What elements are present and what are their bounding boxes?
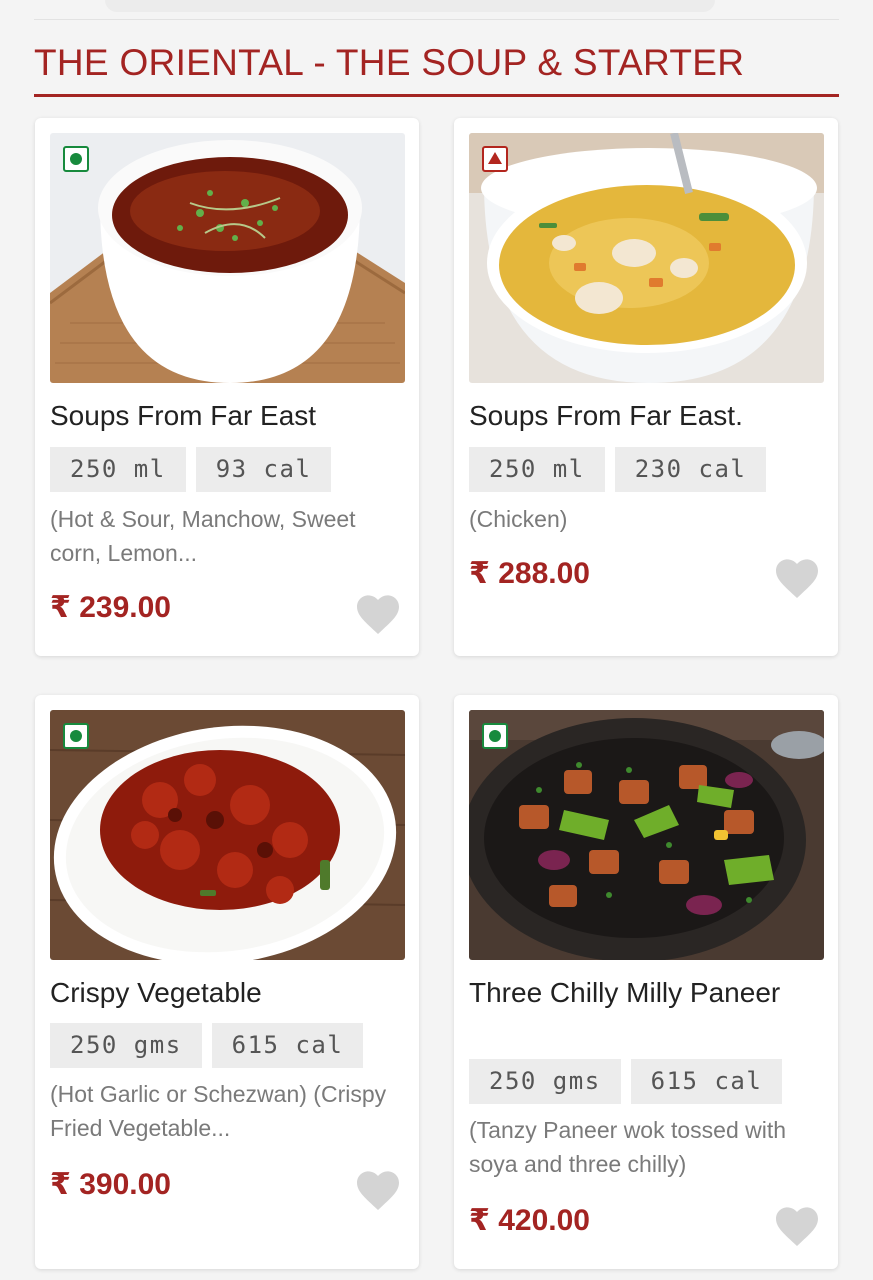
calorie-tag: 615 cal [211,1023,364,1068]
heart-icon[interactable] [773,556,821,600]
item-name: Soups From Far East [50,400,317,431]
item-tags: 250 gms 615 cal [469,1059,783,1104]
item-name: Crispy Vegetable [50,977,262,1008]
calorie-tag: 230 cal [614,447,767,492]
item-price: ₹ 420.00 [469,1204,590,1237]
menu-item-card[interactable]: Three Chilly Milly Paneer 250 gms 615 ca… [454,695,838,1269]
menu-item-card[interactable]: Soups From Far East 250 ml 93 cal (Hot &… [35,118,419,656]
section-underline [34,94,839,97]
item-price: ₹ 288.00 [469,557,590,590]
calorie-tag: 93 cal [195,447,332,492]
hot-and-sour-soup-photo [50,133,405,383]
item-tags: 250 ml 93 cal [50,447,332,492]
veg-indicator-icon [63,723,89,749]
section-title: THE ORIENTAL - THE SOUP & STARTER [34,42,745,83]
veg-indicator-icon [63,146,89,172]
item-description: (Chicken) [469,506,568,532]
veg-indicator-icon [482,723,508,749]
quantity-tag: 250 ml [50,447,186,492]
quantity-tag: 250 gms [469,1059,621,1104]
item-description: (Hot Garlic or Schezwan) (Crispy Fried V… [50,1081,387,1141]
divider [34,19,839,20]
quantity-tag: 250 ml [469,447,605,492]
heart-icon[interactable] [354,1168,402,1212]
item-price: ₹ 390.00 [50,1168,171,1201]
crispy-vegetable-photo [50,710,405,960]
chicken-soup-photo [469,133,824,383]
calorie-tag: 615 cal [630,1059,783,1104]
top-strip [0,0,873,20]
item-description: (Tanzy Paneer wok tossed with soya and t… [469,1117,787,1177]
search-bar-edge[interactable] [105,0,715,12]
quantity-tag: 250 gms [50,1023,202,1068]
menu-item-card[interactable]: Crispy Vegetable 250 gms 615 cal (Hot Ga… [35,695,419,1269]
item-name: Soups From Far East. [469,400,743,431]
heart-icon[interactable] [354,592,402,636]
heart-icon[interactable] [773,1204,821,1248]
item-description: (Hot & Sour, Manchow, Sweet corn, Lemon.… [50,506,356,566]
item-name: Three Chilly Milly Paneer [469,977,781,1008]
item-tags: 250 gms 615 cal [50,1023,364,1068]
item-tags: 250 ml 230 cal [469,447,767,492]
non-veg-indicator-icon [482,146,508,172]
chilli-paneer-photo [469,710,824,960]
menu-item-card[interactable]: Soups From Far East. 250 ml 230 cal (Chi… [454,118,838,656]
item-price: ₹ 239.00 [50,591,171,624]
